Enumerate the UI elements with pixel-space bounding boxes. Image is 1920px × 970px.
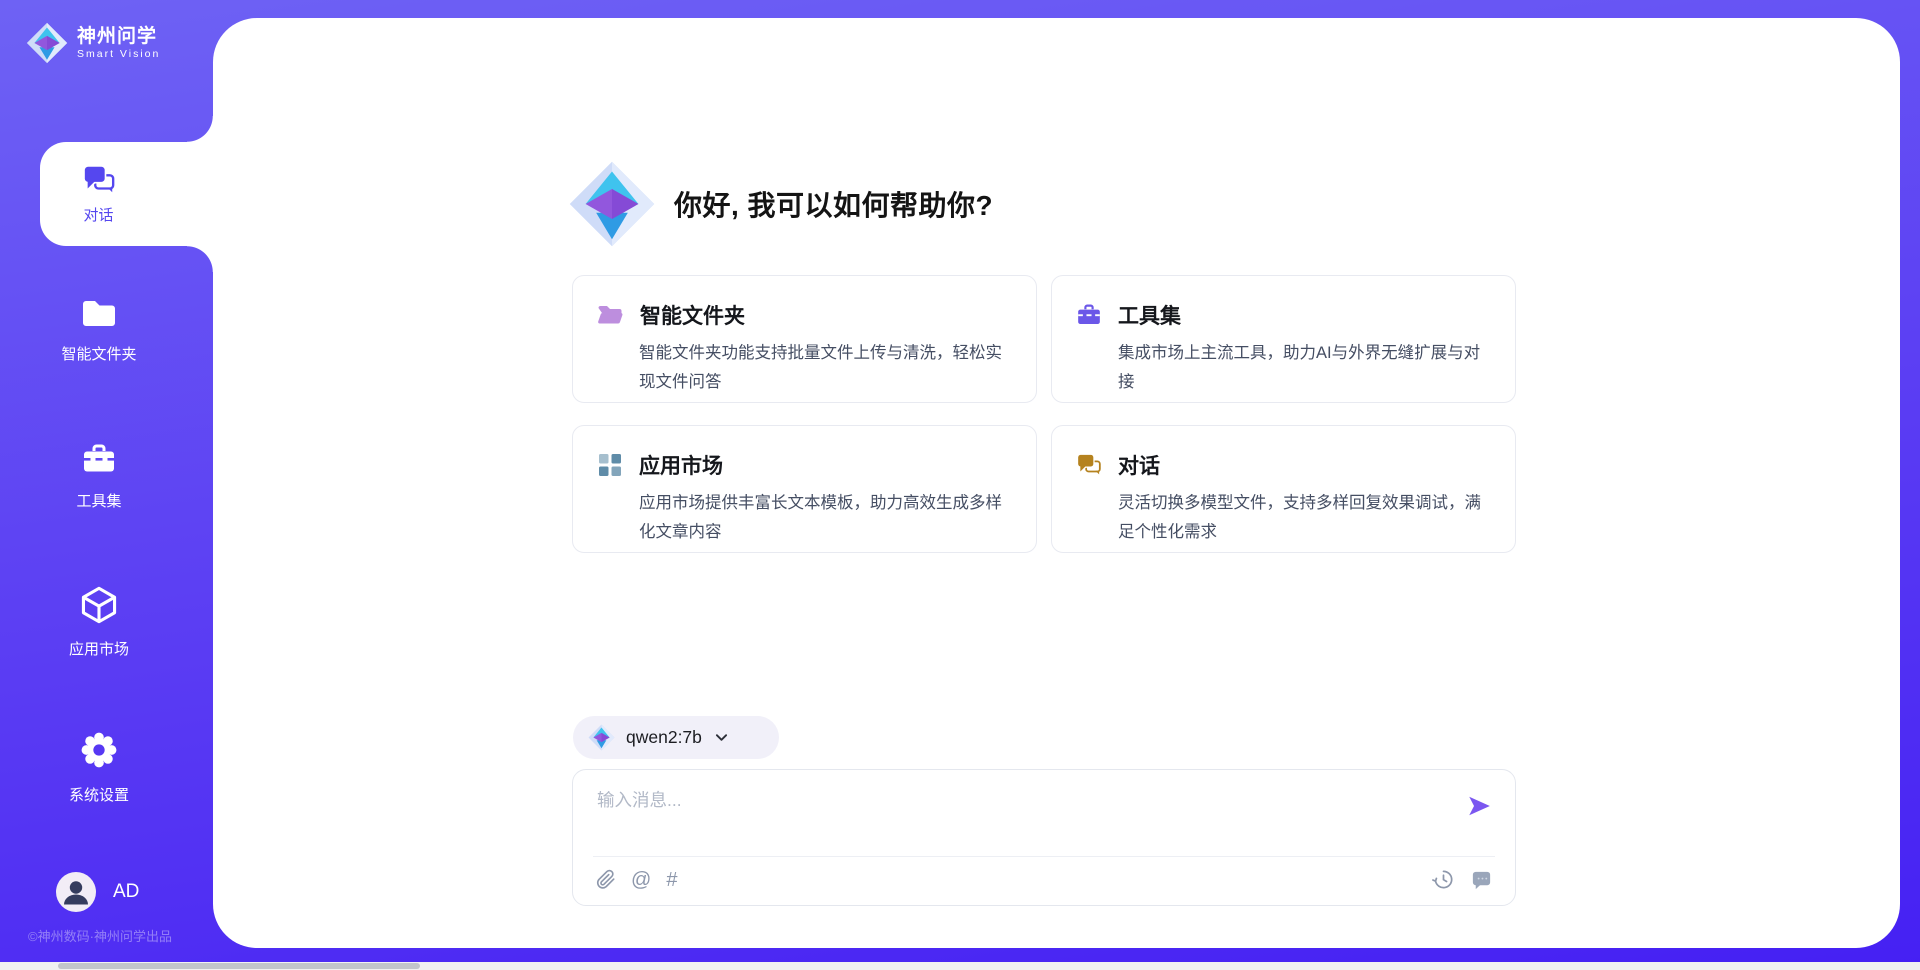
attach-file-button[interactable] (596, 869, 616, 891)
message-square-icon (1470, 868, 1493, 891)
brand-name: 神州问学 (77, 26, 160, 48)
avatar (56, 872, 96, 912)
briefcase-icon (1076, 302, 1102, 328)
model-selector[interactable]: qwen2:7b (573, 716, 779, 759)
grid-icon (597, 452, 623, 478)
card-description: 灵活切换多模型文件，支持多样回复效果调试，满足个性化需求 (1118, 489, 1491, 547)
scrollbar-thumb[interactable] (58, 963, 420, 969)
sidebar-item-chat[interactable]: 对话 (40, 142, 213, 246)
card-description: 应用市场提供丰富长文本模板，助力高效生成多样化文章内容 (639, 489, 1012, 547)
gem-hero-icon (568, 160, 656, 248)
card-description: 集成市场上主流工具，助力AI与外界无缝扩展与对接 (1118, 339, 1491, 397)
folder-open-icon (597, 303, 624, 327)
composer-divider (593, 856, 1495, 857)
sidebar-item-label: 工具集 (0, 490, 198, 511)
paperclip-icon (596, 869, 616, 891)
at-icon: @ (631, 868, 651, 892)
greeting: 你好, 我可以如何帮助你? (568, 160, 993, 248)
send-button[interactable] (1465, 793, 1493, 821)
app-window: 神州问学 Smart Vision 对话 智能文件夹 (0, 0, 1920, 970)
person-icon (57, 873, 95, 911)
sidebar-item-smart-folder[interactable]: 智能文件夹 (0, 296, 198, 364)
chevron-down-icon (713, 729, 730, 746)
card-chat[interactable]: 对话 灵活切换多模型文件，支持多样回复效果调试，满足个性化需求 (1051, 425, 1516, 553)
sidebar-item-app-market[interactable]: 应用市场 (0, 585, 198, 659)
sidebar-item-label: 对话 (83, 204, 113, 225)
feedback-button[interactable] (1470, 868, 1493, 891)
copyright-text: ©神州数码·神州问学出品 (0, 926, 200, 945)
card-smart-folder[interactable]: 智能文件夹 智能文件夹功能支持批量文件上传与清洗，轻松实现文件问答 (572, 275, 1037, 403)
mention-button[interactable]: @ (631, 868, 651, 892)
sidebar-item-toolbox[interactable]: 工具集 (0, 441, 198, 511)
topic-button[interactable]: # (666, 868, 677, 892)
chat-icon (82, 163, 116, 197)
brand-subtitle: Smart Vision (77, 48, 160, 61)
message-input[interactable] (597, 785, 1437, 815)
card-description: 智能文件夹功能支持批量文件上传与清洗，轻松实现文件问答 (639, 339, 1012, 397)
composer-tools-right (1432, 868, 1493, 891)
sidebar-item-label: 应用市场 (0, 638, 198, 659)
user-initials: AD (113, 881, 139, 903)
chat-icon (1076, 452, 1102, 478)
brand-text: 神州问学 Smart Vision (77, 26, 160, 61)
composer-tools-left: @ # (596, 868, 677, 892)
gem-model-icon (588, 724, 615, 751)
card-title: 对话 (1118, 450, 1160, 480)
card-title: 工具集 (1118, 300, 1181, 330)
card-toolbox[interactable]: 工具集 集成市场上主流工具，助力AI与外界无缝扩展与对接 (1051, 275, 1516, 403)
gear-icon (78, 729, 120, 771)
horizontal-scrollbar[interactable] (0, 962, 1920, 970)
card-title: 智能文件夹 (640, 300, 745, 330)
sidebar-item-label: 智能文件夹 (0, 343, 198, 364)
history-button[interactable] (1432, 868, 1455, 891)
sidebar-item-settings[interactable]: 系统设置 (0, 729, 198, 805)
user-profile[interactable]: AD (56, 872, 139, 912)
sidebar-item-label: 系统设置 (0, 784, 198, 805)
sidebar: 神州问学 Smart Vision 对话 智能文件夹 (0, 0, 213, 970)
brand-logo: 神州问学 Smart Vision (26, 22, 160, 64)
toolbox-icon (80, 441, 118, 477)
folder-icon (80, 296, 118, 330)
card-app-market[interactable]: 应用市场 应用市场提供丰富长文本模板，助力高效生成多样化文章内容 (572, 425, 1037, 553)
message-composer: @ # (572, 769, 1516, 906)
greeting-title: 你好, 我可以如何帮助你? (674, 184, 993, 224)
gem-logo-icon (26, 22, 68, 64)
model-name: qwen2:7b (626, 727, 702, 748)
send-icon (1466, 793, 1492, 819)
card-title: 应用市场 (639, 450, 723, 480)
feature-cards: 智能文件夹 智能文件夹功能支持批量文件上传与清洗，轻松实现文件问答 工具集 集成… (572, 275, 1516, 553)
hash-icon: # (666, 868, 677, 892)
cube-icon (79, 585, 119, 625)
history-icon (1432, 868, 1455, 891)
